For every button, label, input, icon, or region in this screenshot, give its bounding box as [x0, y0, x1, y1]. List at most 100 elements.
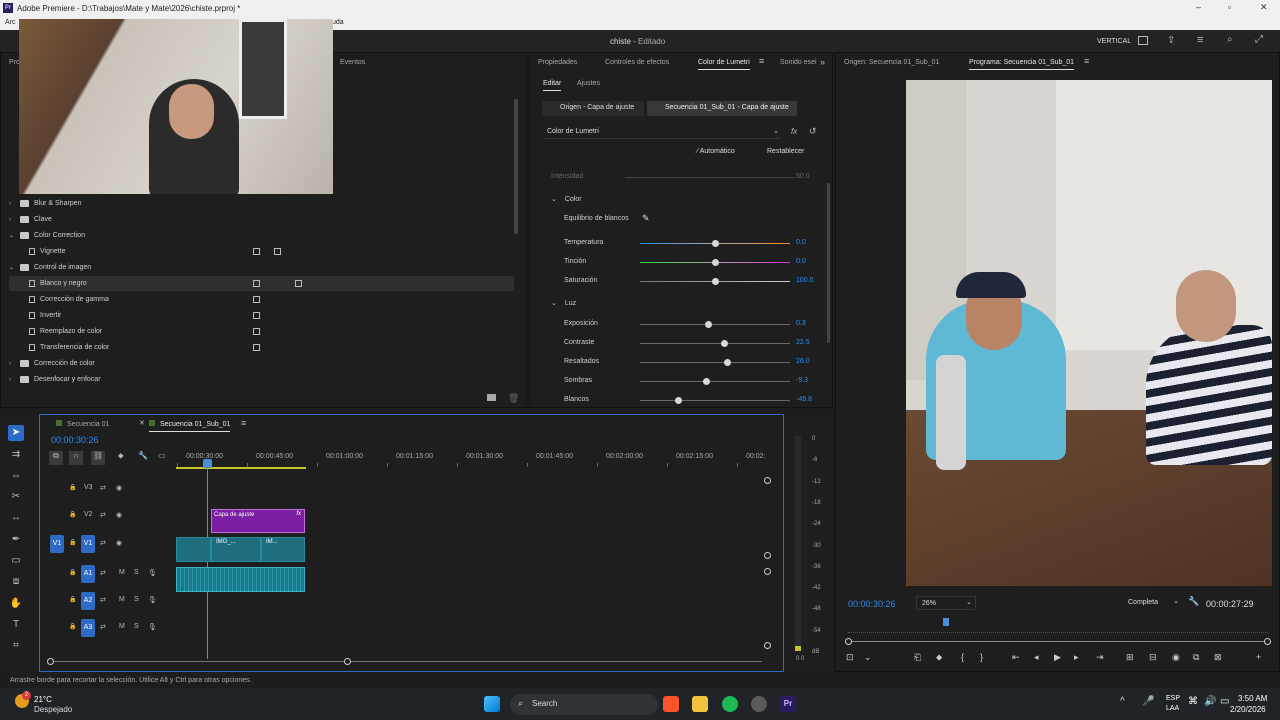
audio-clip[interactable]	[176, 567, 305, 592]
chevron-right-icon[interactable]: ›	[9, 361, 17, 367]
search-icon[interactable]: ⌕	[1227, 34, 1233, 45]
more-tabs-icon[interactable]: »	[820, 57, 825, 67]
step-forward-icon[interactable]: ▸	[1074, 652, 1079, 663]
effect-item[interactable]: Blanco y negro	[9, 276, 514, 291]
param-value[interactable]: 22.5	[796, 339, 810, 346]
lock-icon[interactable]: 🔒	[69, 511, 76, 518]
rectangle-icon[interactable]: ▭	[8, 553, 24, 569]
go-to-out-icon[interactable]: ⇥	[1096, 652, 1104, 663]
lock-icon[interactable]: 🔒	[69, 484, 76, 491]
solo-button[interactable]: S	[134, 596, 139, 603]
sequence-button[interactable]: Secuencia 01_Sub_01 - Capa de ajuste	[647, 101, 797, 116]
spotify-icon[interactable]	[722, 696, 738, 712]
close-tab-icon[interactable]: ✕	[139, 419, 145, 427]
effect-folder[interactable]: › Corrección de color	[9, 356, 514, 371]
network-icon[interactable]: ⌘	[1188, 696, 1198, 707]
tab-events[interactable]: Eventos	[340, 59, 365, 66]
track-label[interactable]: A3	[81, 619, 95, 637]
tab-effect-controls[interactable]: Controles de efectos	[605, 59, 669, 66]
program-scrubber[interactable]	[848, 625, 1268, 633]
effect-folder[interactable]: › Blur & Sharpen	[9, 196, 514, 211]
color-section[interactable]: ⌄ Color	[551, 195, 582, 203]
param-slider[interactable]	[640, 400, 790, 401]
menu-archivo[interactable]: Arc	[5, 19, 16, 26]
clock-date[interactable]: 2/20/2026	[1230, 705, 1266, 714]
quality-select[interactable]: Completa ⌄	[1124, 596, 1182, 610]
lock-icon[interactable]: 🔒	[69, 539, 76, 546]
minimize-button[interactable]: –	[1196, 2, 1210, 12]
go-to-in-icon[interactable]: ⇤	[1012, 652, 1020, 663]
slider-knob[interactable]	[704, 321, 712, 328]
lock-icon[interactable]: 🔒	[69, 623, 76, 630]
mic-icon[interactable]: 🎤	[1142, 696, 1154, 707]
eye-icon[interactable]: ◉	[116, 484, 122, 492]
vertical-scroll-handle-3[interactable]	[764, 568, 771, 575]
compare-icon[interactable]: ⧉	[1193, 652, 1199, 663]
step-back-icon[interactable]: ◂	[1034, 652, 1039, 663]
source-patch-v1[interactable]: V1	[50, 535, 64, 553]
sync-lock-icon[interactable]: ⇄	[100, 539, 106, 547]
lock-icon[interactable]: 🔒	[69, 569, 76, 576]
mic-icon[interactable]: 🎙	[148, 596, 157, 604]
mic-icon[interactable]: 🎙	[148, 569, 157, 577]
effect-folder[interactable]: › Desenfocar y enfocar	[9, 372, 514, 387]
zoombar-end-handle[interactable]	[1264, 638, 1271, 645]
selection-tool-icon[interactable]: ➤	[8, 425, 24, 441]
snap-icon[interactable]: ∩	[69, 451, 83, 465]
scrollbar-effects[interactable]	[514, 99, 518, 234]
auto-button[interactable]: ⁄ Automático	[697, 148, 735, 155]
type-icon[interactable]: T	[8, 617, 24, 633]
camera-icon[interactable]: ◉	[1172, 652, 1180, 663]
track-label[interactable]: V3	[84, 484, 93, 491]
sync-lock-icon[interactable]: ⇄	[100, 596, 106, 604]
sync-lock-icon[interactable]: ⇄	[100, 484, 106, 492]
intensity-value[interactable]: 50.0	[796, 173, 810, 180]
slip-icon[interactable]: ↔	[8, 510, 24, 526]
marker-icon[interactable]: ⬥	[936, 652, 942, 663]
track-select-icon[interactable]: ⇉	[8, 447, 24, 463]
fullscreen-icon[interactable]: ⤢	[1255, 34, 1263, 45]
vertical-scroll-handle-2[interactable]	[764, 552, 771, 559]
chrome-icon[interactable]	[751, 696, 767, 712]
workspace-vertical[interactable]: VERTICAL	[1097, 38, 1131, 45]
tab-lumetri-color[interactable]: Color de Lumetri	[698, 59, 750, 70]
close-button[interactable]: ✕	[1260, 2, 1274, 13]
slider-knob[interactable]	[724, 359, 731, 366]
eye-icon[interactable]: ◉	[116, 539, 122, 547]
fx-icon[interactable]: fx	[791, 127, 797, 136]
play-icon[interactable]: ▶	[1054, 652, 1061, 663]
linked-selection-icon[interactable]: ⛓	[91, 451, 105, 465]
scroll-handle-left[interactable]	[47, 658, 54, 665]
battery-icon[interactable]: ▭	[1220, 696, 1229, 707]
video-clip-2[interactable]: IMG_...	[211, 537, 261, 562]
video-clip-1[interactable]	[176, 537, 211, 562]
mute-button[interactable]: M	[119, 596, 125, 603]
eyedropper-icon[interactable]: ✎	[642, 213, 650, 224]
effect-item[interactable]: Transferencia de color	[9, 340, 514, 355]
zoom-select[interactable]: 26% ⌄	[916, 596, 976, 610]
panel-layout-icon[interactable]	[1138, 36, 1148, 45]
clock-time[interactable]: 3:50 AM	[1238, 694, 1267, 703]
param-value[interactable]: 100.0	[796, 277, 814, 284]
premiere-taskbar-icon[interactable]: Pr	[780, 696, 796, 712]
sync-lock-icon[interactable]: ⇄	[100, 623, 106, 631]
luz-section[interactable]: ⌄ Luz	[551, 299, 576, 307]
razor-icon[interactable]: ✂	[8, 489, 24, 505]
windows-start-icon[interactable]	[484, 696, 500, 712]
multicam-icon[interactable]: ⊠	[1214, 652, 1222, 663]
slider-knob[interactable]	[712, 278, 719, 285]
menu-ayuda[interactable]: uda	[332, 19, 344, 26]
type-frame-icon[interactable]: ⧈	[8, 574, 24, 590]
scrollbar-lumetri[interactable]	[827, 183, 830, 343]
lift-icon[interactable]: ⎗	[914, 652, 921, 663]
sync-lock-icon[interactable]: ⇄	[100, 569, 106, 577]
menu-lines-icon[interactable]: ≡	[1197, 34, 1203, 46]
param-value[interactable]: 26.0	[796, 358, 810, 365]
brave-icon[interactable]	[663, 696, 679, 712]
reset-button[interactable]: Restablecer	[767, 148, 804, 155]
hand-icon[interactable]: ✋	[8, 596, 24, 612]
subtab-editar[interactable]: Editar	[543, 80, 562, 91]
program-playhead[interactable]	[943, 618, 949, 626]
lumetri-menu-icon[interactable]: ≡	[759, 56, 764, 66]
sequence-menu-icon[interactable]: ≡	[241, 418, 246, 428]
